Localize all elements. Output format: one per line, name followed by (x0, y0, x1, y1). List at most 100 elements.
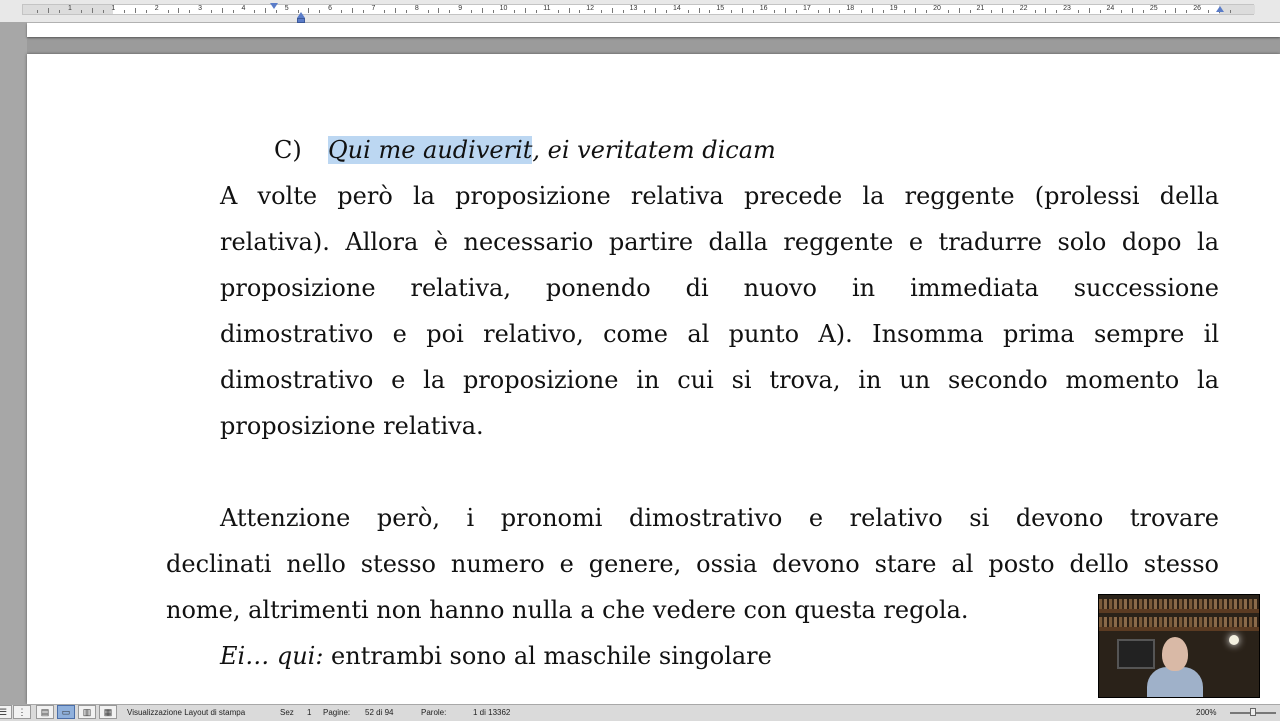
draft-view-icon[interactable]: ☰ (0, 705, 12, 719)
ruler-number: 26 (1193, 5, 1201, 12)
ruler-tick (1034, 10, 1036, 13)
outline-view-icon[interactable]: ⋮ (13, 705, 31, 719)
ruler-tick (449, 10, 451, 13)
bookshelf-shelf (1099, 609, 1259, 613)
previous-page-bottom (27, 23, 1280, 37)
ruler-tick (135, 8, 137, 13)
ruler-tick (265, 8, 267, 13)
ruler-tick (470, 10, 472, 13)
ruler-tick (611, 8, 613, 13)
ruler-tick (1056, 10, 1058, 13)
bookshelf-row (1099, 617, 1259, 627)
print-layout-icon[interactable]: ▭ (57, 705, 75, 719)
first-line-indent-marker[interactable] (270, 3, 278, 9)
paragraph-1-line: proposizione relativa. (220, 412, 484, 440)
ruler-tick (210, 10, 212, 13)
ruler-tick (1099, 10, 1101, 13)
ruler-tick (1088, 8, 1090, 13)
ruler-tick (221, 8, 223, 13)
horizontal-ruler[interactable]: 1 1 2 3 4 5 6 7 8 9 10 11 12 13 14 15 16 17 18 19 20 21 22 23 24… (0, 0, 1280, 23)
ruler-number: 9 (458, 5, 463, 12)
ruler-number: 22 (1019, 5, 1028, 12)
ruler-number: 8 (414, 5, 419, 12)
pages-value[interactable]: 52 di 94 (365, 708, 393, 717)
ruler-number: 1 (68, 5, 72, 12)
focus-view-icon[interactable]: ▦ (99, 705, 117, 719)
ruler-tick (492, 10, 494, 13)
ruler-tick (698, 8, 700, 13)
ruler-number: 14 (672, 5, 681, 12)
notebook-view-icon[interactable]: ▥ (78, 705, 96, 719)
ruler-tick (80, 10, 82, 13)
ruler-tick (958, 8, 960, 13)
ruler-tick (1077, 10, 1079, 13)
ruler-tick (947, 10, 949, 13)
item-c-sentence[interactable]: Qui me audiverit, ei veritatem dicam (328, 127, 776, 173)
ruler-tick (37, 10, 39, 13)
ruler-tick (340, 10, 342, 13)
ruler-tick (926, 10, 928, 13)
ruler-tick (817, 10, 819, 13)
ruler-number: 10 (499, 5, 508, 12)
item-c-line[interactable]: C) (274, 127, 302, 173)
item-c-rest: , ei veritatem dicam (532, 136, 776, 164)
paragraph-2-line: declinati nello stesso numero e genere, … (166, 550, 1219, 578)
right-margin-shade (1219, 5, 1255, 14)
ruler-tick (362, 10, 364, 13)
ruler-number: 24 (1106, 5, 1115, 12)
ruler-scale[interactable]: 1 1 2 3 4 5 6 7 8 9 10 11 12 13 14 15 16 17 18 19 20 21 22 23 24… (22, 4, 1255, 15)
right-indent-marker[interactable] (1216, 6, 1224, 12)
ruler-tick (536, 10, 537, 13)
ruler-tick (709, 10, 711, 13)
workspace-left-gutter (0, 22, 27, 704)
ruler-tick (275, 10, 277, 13)
ruler-tick (644, 10, 646, 13)
ruler-tick (752, 10, 754, 13)
webcam-overlay (1098, 594, 1260, 698)
words-value[interactable]: 1 di 13362 (473, 708, 510, 717)
ruler-tick (1142, 10, 1144, 13)
ruler-tick (308, 8, 310, 13)
ruler-tick (254, 10, 256, 13)
ruler-tick (871, 8, 873, 13)
ruler-tick (622, 10, 624, 13)
ruler-tick (1186, 10, 1188, 13)
ruler-tick (687, 10, 689, 13)
ruler-tick (741, 8, 743, 13)
ruler-tick (351, 8, 353, 13)
ruler-tick (828, 8, 830, 13)
ruler-tick (91, 8, 93, 13)
ruler-number: 19 (889, 5, 898, 12)
selected-text[interactable]: Qui me audiverit (328, 136, 533, 164)
ruler-number: 11 (543, 5, 551, 12)
ruler-tick (568, 8, 570, 13)
ruler-number: 7 (371, 5, 376, 12)
publishing-layout-icon[interactable]: ▤ (36, 705, 54, 719)
ruler-tick (1164, 10, 1166, 13)
view-label: Visualizzazione Layout di stampa (127, 708, 246, 717)
paragraph-1-line: relativa). Allora è necessario partire d… (220, 228, 1219, 256)
paragraph-2-line: Attenzione però, i pronomi dimostrativo … (220, 504, 1219, 532)
ruler-tick (904, 10, 906, 13)
ruler-tick (145, 10, 147, 13)
ruler-tick (839, 10, 841, 13)
ruler-number: 18 (846, 5, 855, 12)
ruler-tick (189, 10, 191, 13)
section-label: Sez (280, 708, 294, 717)
ruler-number: 23 (1063, 5, 1071, 12)
zoom-level: 200% (1196, 708, 1217, 717)
document-page[interactable]: C) Qui me audiverit, ei veritatem dicam … (27, 54, 1280, 704)
ruler-tick (1121, 10, 1123, 13)
ruler-tick (167, 10, 169, 13)
ruler-tick (395, 8, 397, 13)
ruler-number: 20 (933, 5, 941, 12)
ruler-tick (969, 10, 971, 13)
ruler-number: 17 (803, 5, 811, 12)
ruler-tick (514, 10, 516, 13)
zoom-slider-knob[interactable] (1250, 708, 1256, 716)
background-monitor (1117, 639, 1155, 669)
example-line[interactable]: Ei… qui: entrambi sono al maschile singo… (220, 633, 772, 679)
ruler-tick (1132, 8, 1134, 13)
ruler-tick (882, 10, 884, 13)
ruler-tick (427, 10, 429, 13)
